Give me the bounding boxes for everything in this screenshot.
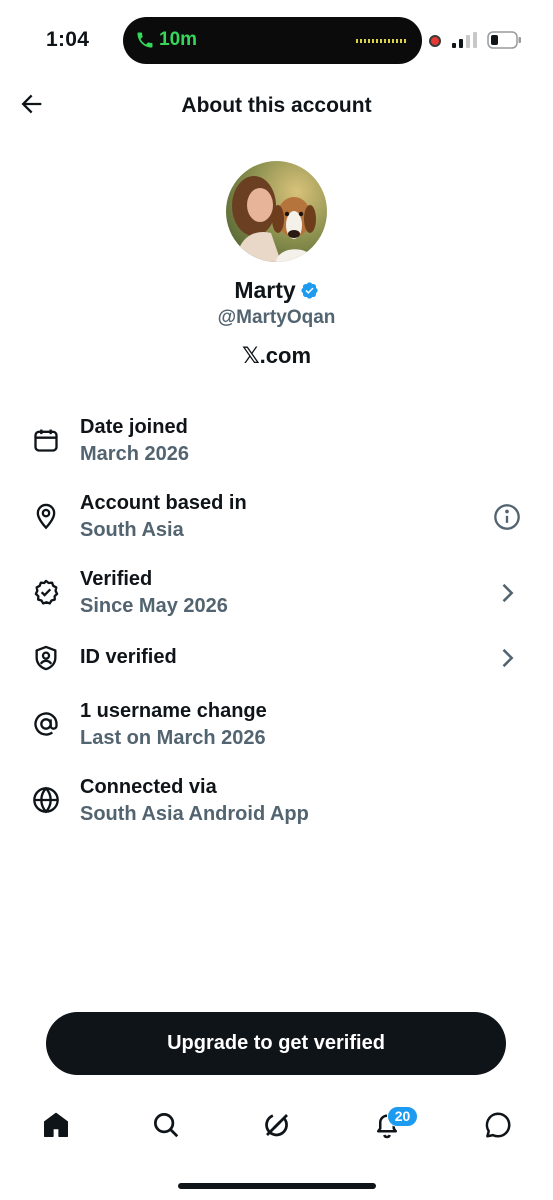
- status-bar: 1:04 10m: [0, 0, 553, 80]
- calendar-icon: [34, 429, 58, 452]
- audio-waveform: [356, 39, 406, 43]
- info-title: Connected via: [80, 776, 217, 798]
- profile-handle: @MartyOqan: [217, 307, 336, 328]
- site-label: 𝕏.com: [241, 343, 312, 368]
- info-item-account-based-in: Account based in South Asia: [0, 489, 553, 549]
- info-title: 1 username change: [80, 700, 267, 722]
- profile-name-row: Marty: [0, 277, 553, 304]
- notifications-count-badge: 20: [387, 1106, 418, 1127]
- info-subtitle: South Asia Android App: [80, 803, 309, 825]
- search-icon[interactable]: [151, 1110, 181, 1140]
- chevron-right-icon[interactable]: [493, 579, 521, 607]
- info-item-id-verified[interactable]: ID verified: [0, 629, 553, 689]
- home-icon[interactable]: [41, 1110, 71, 1140]
- info-subtitle: Last on March 2026: [80, 727, 266, 749]
- info-title: Account based in: [80, 492, 247, 514]
- shield-person-icon: [35, 645, 57, 671]
- verified-check-icon: [301, 282, 318, 299]
- info-item-connected-via: Connected via South Asia Android App: [0, 773, 553, 833]
- phone-icon: [137, 32, 153, 48]
- header: About this account: [0, 80, 553, 132]
- avatar[interactable]: [226, 161, 327, 262]
- info-title: Date joined: [80, 416, 188, 438]
- bottom-tab-bar: [0, 1100, 553, 1160]
- chevron-right-icon[interactable]: [493, 644, 521, 672]
- recording-indicator: [429, 35, 441, 47]
- dynamic-island-call[interactable]: 10m: [123, 17, 422, 64]
- verified-badge-icon: [34, 579, 59, 605]
- info-item-verified[interactable]: Verified Since May 2026: [0, 565, 553, 625]
- info-item-username-change: 1 username change Last on March 2026: [0, 697, 553, 757]
- call-duration: 10m: [159, 29, 198, 50]
- profile-name: Marty: [234, 277, 296, 303]
- info-subtitle: March 2026: [80, 443, 189, 465]
- info-subtitle: South Asia: [80, 519, 184, 541]
- signal-strength-icon: [452, 32, 477, 48]
- info-title: ID verified: [80, 646, 177, 668]
- battery-icon: [487, 31, 521, 49]
- page-title: About this account: [181, 94, 372, 117]
- info-icon[interactable]: [493, 503, 521, 531]
- upgrade-to-verified-button[interactable]: Upgrade to get verified: [46, 1012, 506, 1075]
- location-pin-icon: [36, 503, 56, 530]
- globe-icon: [33, 786, 59, 814]
- info-item-date-joined: Date joined March 2026: [0, 413, 553, 473]
- grok-icon[interactable]: [262, 1110, 292, 1140]
- avatar-photo: [226, 161, 327, 262]
- home-indicator[interactable]: [178, 1183, 376, 1189]
- info-subtitle: Since May 2026: [80, 595, 228, 617]
- messages-icon[interactable]: [483, 1110, 513, 1140]
- at-sign-icon: [34, 712, 58, 736]
- status-time: 1:04: [46, 28, 90, 51]
- info-title: Verified: [80, 568, 153, 590]
